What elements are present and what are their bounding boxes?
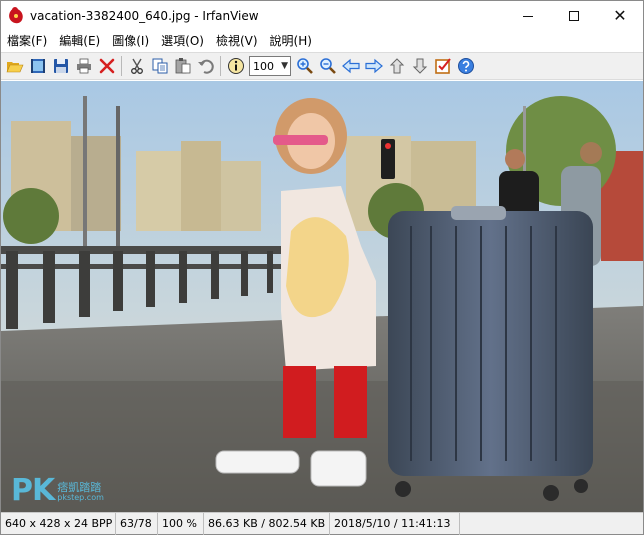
undo-button[interactable] [194, 55, 217, 77]
options-button[interactable] [431, 55, 454, 77]
options-icon [434, 58, 451, 74]
status-file-size: 86.63 KB / 802.54 KB [204, 512, 330, 535]
zoom-in-icon [296, 58, 313, 74]
print-button[interactable] [72, 55, 95, 77]
help-button[interactable] [454, 55, 477, 77]
close-button[interactable]: ✕ [597, 1, 643, 31]
status-datetime: 2018/5/10 / 11:41:13 [330, 512, 460, 535]
save-button[interactable] [49, 55, 72, 77]
first-page-button[interactable] [385, 55, 408, 77]
info-icon [227, 58, 244, 74]
watermark-brand: PK [11, 473, 55, 508]
maximize-icon [569, 11, 579, 21]
minimize-button[interactable] [505, 1, 551, 31]
cut-button[interactable] [125, 55, 148, 77]
cut-icon [130, 58, 143, 74]
menu-help[interactable]: 說明(H) [264, 31, 318, 52]
maximize-button[interactable] [551, 1, 597, 31]
copy-icon [152, 58, 167, 74]
first-page-icon [389, 58, 404, 74]
toolbar: 100 ▼ [1, 52, 643, 80]
irfanview-app-icon[interactable] [7, 7, 25, 25]
close-icon: ✕ [613, 6, 627, 25]
menu-file[interactable]: 檔案(F) [1, 31, 53, 52]
info-button[interactable] [224, 55, 247, 77]
zoom-out-icon [319, 58, 336, 74]
slideshow-icon [30, 59, 45, 73]
print-icon [76, 58, 91, 74]
image-viewport[interactable]: PK 痞凱踏踏 pkstep.com [1, 81, 643, 512]
watermark-logo: PK 痞凱踏踏 pkstep.com [11, 476, 104, 506]
irfanview-window: vacation-3382400_640.jpg - IrfanView ✕ 檔… [0, 0, 644, 535]
photo-canvas [1, 81, 643, 512]
paste-button[interactable] [171, 55, 194, 77]
chevron-down-icon: ▼ [281, 61, 288, 71]
title-bar: vacation-3382400_640.jpg - IrfanView ✕ [1, 1, 643, 31]
open-button[interactable] [3, 55, 26, 77]
zoom-out-button[interactable] [316, 55, 339, 77]
delete-button[interactable] [95, 55, 118, 77]
slideshow-button[interactable] [26, 55, 49, 77]
toolbar-separator [121, 56, 122, 76]
status-index: 63/78 [116, 512, 158, 535]
help-icon [457, 58, 474, 74]
last-page-button[interactable] [408, 55, 431, 77]
zoom-select-value: 100 [253, 59, 274, 73]
open-icon [6, 62, 23, 73]
copy-button[interactable] [148, 55, 171, 77]
status-bar: 640 x 428 x 24 BPP 63/78 100 % 86.63 KB … [1, 512, 643, 535]
menu-bar: 檔案(F) 編輯(E) 圖像(I) 選項(O) 檢視(V) 說明(H) [1, 31, 643, 52]
status-zoom: 100 % [158, 512, 204, 535]
next-button[interactable] [362, 55, 385, 77]
paste-icon [175, 58, 190, 74]
previous-icon [341, 58, 360, 74]
minimize-icon [523, 15, 533, 17]
undo-icon [197, 59, 214, 74]
menu-options[interactable]: 選項(O) [155, 31, 210, 52]
delete-icon [99, 58, 114, 74]
watermark-subtext: pkstep.com [57, 493, 104, 503]
menu-edit[interactable]: 編輯(E) [53, 31, 106, 52]
window-title: vacation-3382400_640.jpg - IrfanView [30, 9, 259, 23]
save-icon [53, 59, 68, 73]
menu-view[interactable]: 檢視(V) [210, 31, 264, 52]
last-page-icon [412, 58, 427, 74]
menu-image[interactable]: 圖像(I) [106, 31, 155, 52]
zoom-in-button[interactable] [293, 55, 316, 77]
zoom-select[interactable]: 100 ▼ [249, 56, 291, 76]
next-icon [364, 58, 383, 74]
previous-button[interactable] [339, 55, 362, 77]
toolbar-separator [220, 56, 221, 76]
status-dimensions: 640 x 428 x 24 BPP [1, 512, 116, 535]
